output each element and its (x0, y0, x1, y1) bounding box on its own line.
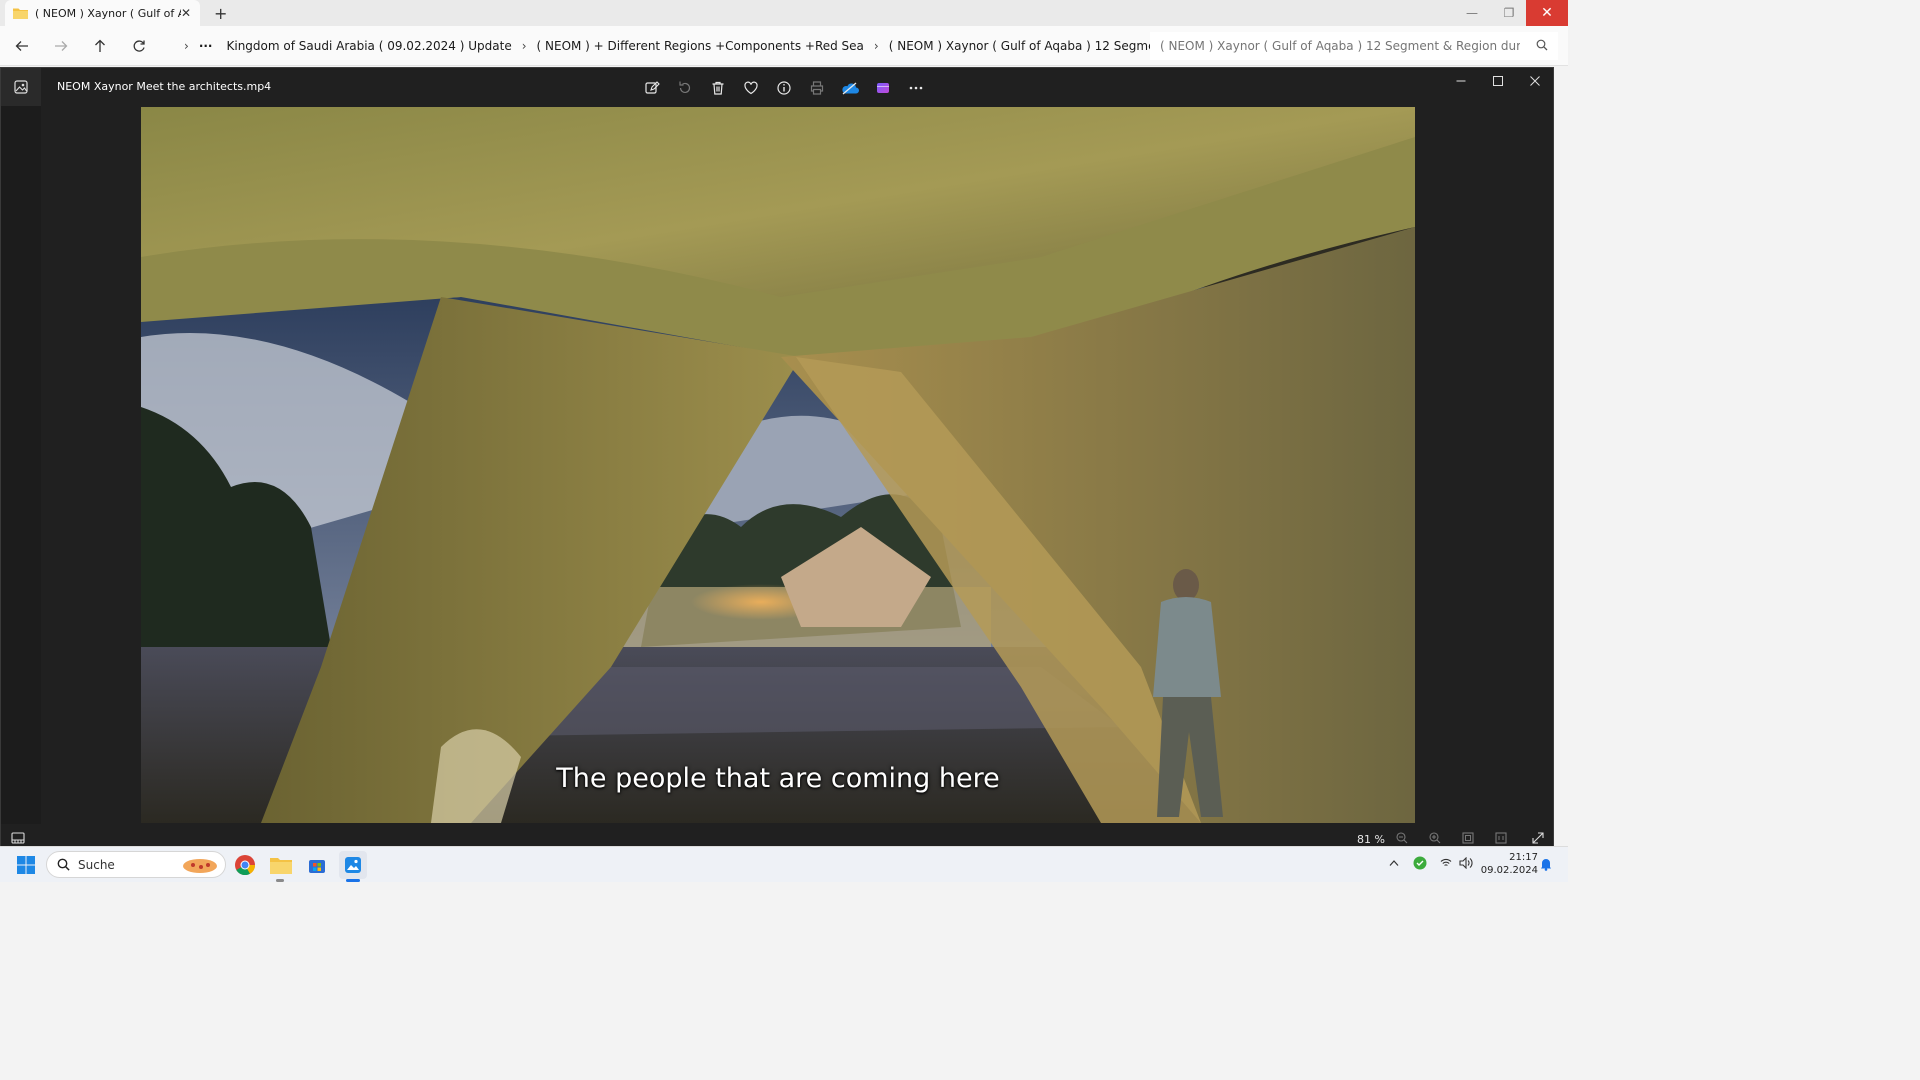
zoom-in-icon[interactable] (1429, 832, 1441, 844)
chevron-right-icon: › (184, 39, 189, 53)
file-info-button[interactable] (767, 77, 800, 99)
notification-bell-icon[interactable] (1540, 857, 1552, 871)
photos-side-strip (1, 106, 41, 846)
print-icon (810, 81, 823, 95)
arrow-up-icon (95, 39, 105, 52)
more-options-button[interactable] (899, 77, 932, 99)
security-shield-icon[interactable] (1413, 856, 1427, 870)
tab-title: ( NEOM ) Xaynor ( Gulf of Aqa (35, 6, 181, 20)
forward-button[interactable] (50, 35, 72, 57)
arrow-right-icon (55, 41, 68, 51)
rotate-icon (678, 81, 690, 94)
running-app-indicator (276, 879, 284, 882)
refresh-button[interactable] (128, 35, 150, 57)
zoom-level: 81 % (1357, 833, 1385, 846)
address-more-button[interactable]: ··· (199, 39, 213, 53)
show-hidden-icons-icon[interactable] (1389, 859, 1399, 867)
file-title: NEOM Xaynor Meet the architects.mp4 (57, 80, 272, 93)
delete-button[interactable] (701, 77, 734, 99)
window-minimize-button[interactable]: — (1452, 0, 1492, 26)
taskbar-clock[interactable]: 21:17 09.02.2024 (1478, 851, 1538, 877)
explorer-navigation-bar: › ··· Kingdom of Saudi Arabia ( 09.02.20… (0, 26, 1568, 66)
more-icon (909, 86, 922, 90)
clipchamp-icon (876, 83, 889, 93)
viewer-toolbar (635, 77, 932, 99)
taskbar-search-label: Suche (78, 857, 115, 872)
folder-search-input[interactable] (1160, 39, 1520, 53)
tab-close-icon[interactable]: ✕ (181, 6, 191, 20)
video-player[interactable]: The people that are coming here (141, 107, 1415, 823)
favorite-button[interactable] (734, 77, 767, 99)
start-button[interactable] (12, 851, 40, 879)
photo-icon (14, 80, 28, 94)
folder-icon (13, 8, 28, 19)
refresh-icon (133, 40, 145, 52)
breadcrumb-item[interactable]: ( NEOM ) + Different Regions +Components… (537, 39, 864, 53)
clock-date: 09.02.2024 (1480, 865, 1538, 876)
taskbar-store[interactable] (303, 851, 331, 879)
new-tab-button[interactable]: + (214, 4, 227, 23)
photos-maximize-button[interactable] (1479, 68, 1516, 94)
video-frame-image (141, 107, 1415, 823)
search-icon (57, 858, 70, 871)
photos-window-controls (1442, 68, 1553, 94)
fit-to-window-icon[interactable] (1462, 832, 1474, 844)
taskbar-photos[interactable] (339, 851, 367, 879)
up-button[interactable] (89, 35, 111, 57)
address-bar[interactable]: › ··· Kingdom of Saudi Arabia ( 09.02.20… (165, 32, 1226, 60)
chevron-right-icon[interactable]: › (874, 39, 879, 53)
edit-button[interactable] (635, 77, 668, 99)
wifi-icon[interactable] (1440, 858, 1452, 868)
filmstrip-icon[interactable] (11, 832, 25, 844)
photos-bottom-bar: 81 % (1, 824, 1553, 846)
photos-close-button[interactable] (1516, 68, 1553, 94)
print-button[interactable] (800, 77, 833, 99)
chrome-icon (235, 855, 256, 876)
video-subtitle: The people that are coming here (556, 763, 1000, 794)
windows-logo-icon (17, 856, 35, 874)
folder-search-box[interactable] (1150, 32, 1558, 60)
info-icon (776, 81, 791, 95)
close-icon (1529, 76, 1540, 86)
explorer-title-bar: ( NEOM ) Xaynor ( Gulf of Aqa ✕ + — ❐ ✕ (0, 0, 1568, 26)
photos-icon (345, 857, 361, 873)
breadcrumb-item[interactable]: Kingdom of Saudi Arabia ( 09.02.2024 ) U… (227, 39, 512, 53)
minimize-icon (1456, 80, 1465, 82)
window-restore-button[interactable]: ❐ (1489, 0, 1529, 26)
tab-explorer-folder[interactable]: ( NEOM ) Xaynor ( Gulf of Aqa ✕ (5, 0, 200, 26)
delete-icon (712, 81, 723, 95)
fullscreen-icon[interactable] (1532, 832, 1544, 844)
search-icon (1536, 39, 1548, 51)
photos-app-icon[interactable] (1, 68, 41, 106)
store-icon (309, 860, 325, 873)
volume-icon[interactable] (1459, 857, 1473, 869)
rotate-button[interactable] (668, 77, 701, 99)
window-close-button[interactable]: ✕ (1526, 0, 1568, 26)
onedrive-icon (841, 82, 859, 95)
clipchamp-button[interactable] (866, 77, 899, 99)
taskbar: Suche 21:17 09.02.2024 (0, 846, 1568, 882)
arrow-left-icon (15, 41, 28, 51)
chevron-right-icon[interactable]: › (522, 39, 527, 53)
photos-viewer-window: NEOM Xaynor Meet the architects.mp4 The … (0, 67, 1554, 846)
onedrive-button[interactable] (833, 77, 866, 99)
photos-minimize-button[interactable] (1442, 68, 1479, 94)
back-button[interactable] (11, 35, 33, 57)
edit-icon (644, 81, 660, 94)
taskbar-file-explorer[interactable] (267, 851, 295, 879)
heart-icon (743, 81, 758, 95)
active-app-indicator (346, 879, 360, 882)
photos-title-bar: NEOM Xaynor Meet the architects.mp4 (1, 68, 1553, 106)
taskbar-search-box[interactable]: Suche (46, 851, 226, 878)
actual-size-icon[interactable] (1495, 832, 1507, 844)
maximize-icon (1492, 76, 1503, 86)
clock-time: 21:17 (1509, 852, 1538, 863)
search-highlight-icon (183, 859, 217, 873)
folder-icon (270, 858, 292, 874)
zoom-out-icon[interactable] (1396, 832, 1408, 844)
taskbar-chrome[interactable] (231, 851, 259, 879)
